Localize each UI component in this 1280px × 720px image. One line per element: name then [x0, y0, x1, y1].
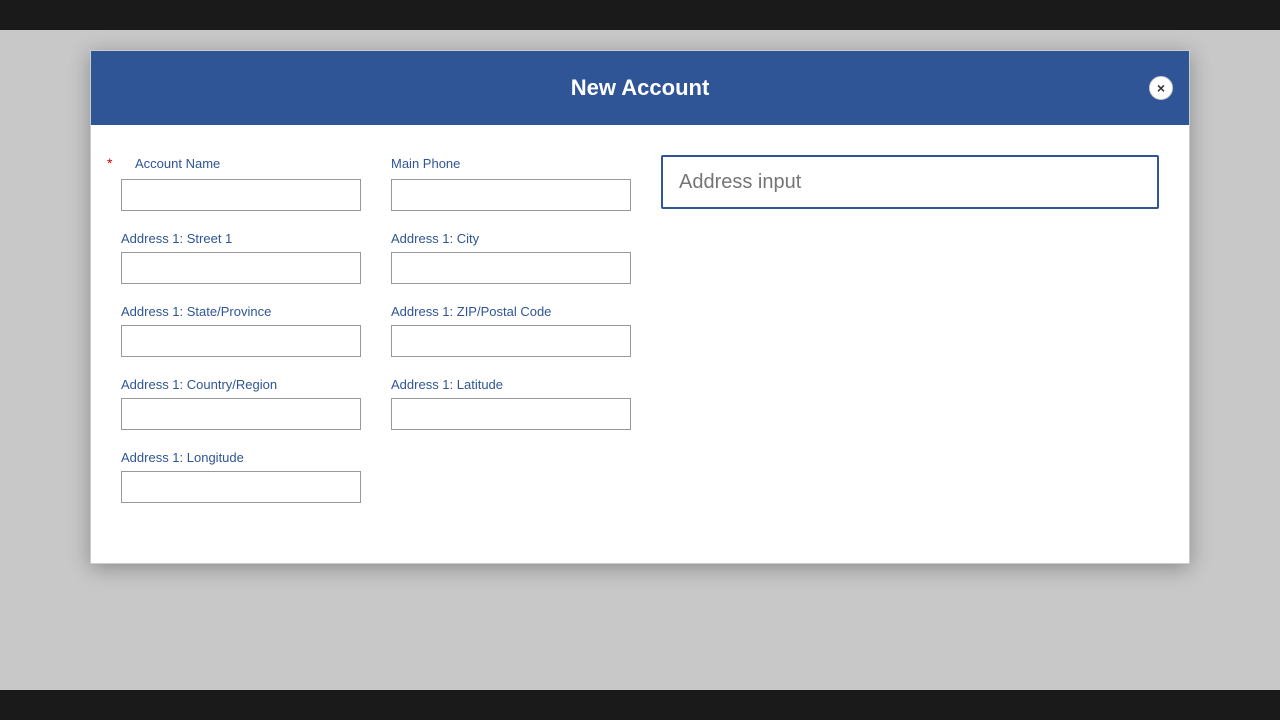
street1-label: Address 1: Street 1	[121, 231, 361, 246]
address-input-group	[661, 155, 1159, 209]
address-row-1: Address 1: Street 1 Address 1: City	[121, 231, 1159, 284]
address-row-3: Address 1: Country/Region Address 1: Lat…	[121, 377, 1159, 430]
address-input-field[interactable]	[661, 155, 1159, 209]
required-star: *	[107, 155, 112, 171]
bottom-bar	[0, 690, 1280, 720]
latitude-label: Address 1: Latitude	[391, 377, 631, 392]
country-group: Address 1: Country/Region	[121, 377, 361, 430]
latitude-group: Address 1: Latitude	[391, 377, 631, 430]
longitude-label: Address 1: Longitude	[121, 450, 361, 465]
address-row-4: Address 1: Longitude	[121, 450, 1159, 503]
account-name-label: Account Name	[135, 156, 220, 171]
top-form-row: * Account Name Main Phone	[121, 155, 1159, 211]
account-name-group: * Account Name	[121, 155, 361, 211]
zip-group: Address 1: ZIP/Postal Code	[391, 304, 631, 357]
city-label: Address 1: City	[391, 231, 631, 246]
longitude-input[interactable]	[121, 471, 361, 503]
latitude-input[interactable]	[391, 398, 631, 430]
longitude-group: Address 1: Longitude	[121, 450, 361, 503]
account-name-input[interactable]	[121, 179, 361, 211]
zip-label: Address 1: ZIP/Postal Code	[391, 304, 631, 319]
city-group: Address 1: City	[391, 231, 631, 284]
modal-header: New Account ×	[91, 51, 1189, 125]
modal-title: New Account	[571, 75, 710, 100]
main-phone-group: Main Phone	[391, 155, 631, 211]
new-account-modal: New Account × * Account Name Main Phone	[90, 50, 1190, 564]
country-input[interactable]	[121, 398, 361, 430]
state-group: Address 1: State/Province	[121, 304, 361, 357]
main-phone-input[interactable]	[391, 179, 631, 211]
address-row-2: Address 1: State/Province Address 1: ZIP…	[121, 304, 1159, 357]
account-name-label-wrapper: * Account Name	[121, 155, 361, 173]
main-phone-label-wrapper: Main Phone	[391, 155, 631, 173]
top-bar	[0, 0, 1280, 30]
country-label: Address 1: Country/Region	[121, 377, 361, 392]
street1-input[interactable]	[121, 252, 361, 284]
zip-input[interactable]	[391, 325, 631, 357]
city-input[interactable]	[391, 252, 631, 284]
close-button[interactable]: ×	[1149, 76, 1173, 100]
street1-group: Address 1: Street 1	[121, 231, 361, 284]
modal-body: * Account Name Main Phone Address 1: Str…	[91, 125, 1189, 563]
state-label: Address 1: State/Province	[121, 304, 361, 319]
state-input[interactable]	[121, 325, 361, 357]
main-phone-label: Main Phone	[391, 156, 460, 171]
